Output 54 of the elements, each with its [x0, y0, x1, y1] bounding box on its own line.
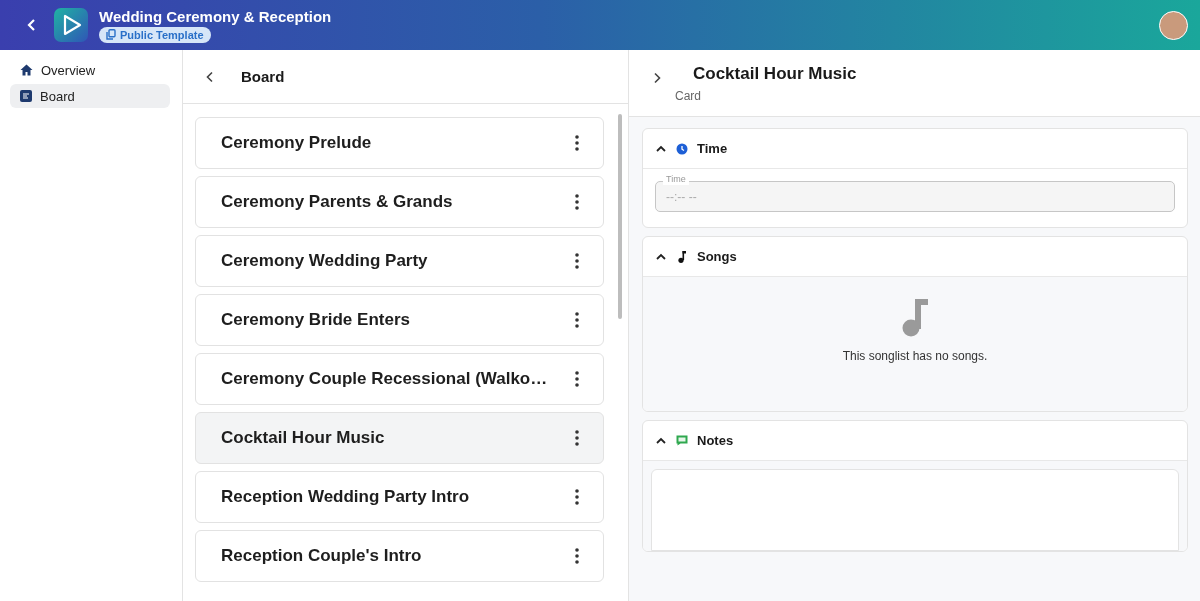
board-card[interactable]: Reception Couple's Intro: [195, 530, 604, 582]
music-note-icon: [902, 299, 928, 337]
section-title: Songs: [697, 249, 737, 264]
copy-icon: [106, 29, 116, 40]
card-title: Cocktail Hour Music: [693, 63, 857, 84]
card-title: Reception Wedding Party Intro: [221, 487, 471, 507]
home-icon: [20, 64, 33, 76]
back-icon: [26, 18, 38, 32]
board-card[interactable]: Ceremony Couple Recessional (Walko…: [195, 353, 604, 405]
card-title: Ceremony Couple Recessional (Walko…: [221, 369, 549, 389]
card-title: Ceremony Wedding Party: [221, 251, 429, 271]
time-field[interactable]: --:-- --: [655, 181, 1175, 212]
sidebar-item[interactable]: Overview: [10, 58, 170, 82]
caret-icon: [656, 145, 666, 152]
clock-icon: [676, 142, 688, 155]
board-card[interactable]: Ceremony Prelude: [195, 117, 604, 169]
card-title: Cocktail Hour Music: [221, 428, 386, 448]
card-title: Reception Couple's Intro: [221, 546, 423, 566]
section-title: Time: [697, 141, 728, 156]
comment-icon: [676, 435, 688, 446]
avatar[interactable]: [1159, 10, 1188, 40]
board-card[interactable]: Ceremony Bride Enters: [195, 294, 604, 346]
board-title: Board: [241, 68, 285, 85]
page-title: Wedding Ceremony & Reception: [99, 7, 333, 25]
card-title: Ceremony Bride Enters: [221, 310, 411, 330]
scrollbar-thumb[interactable]: [618, 114, 622, 319]
board-card[interactable]: Cocktail Hour Music: [195, 412, 604, 464]
music-note-icon: [678, 250, 686, 263]
card-type-label: Card: [675, 88, 702, 103]
caret-icon: [656, 437, 666, 444]
more-icon: [575, 135, 579, 151]
more-icon: [575, 489, 579, 505]
more-icon: [575, 312, 579, 328]
card-title: Ceremony Prelude: [221, 133, 373, 153]
sidebar-item[interactable]: Board: [10, 84, 170, 108]
field-label: Time: [663, 174, 689, 185]
card-title: Ceremony Parents & Grands: [221, 192, 454, 212]
badge-label: Public Template: [120, 28, 204, 41]
section-title: Notes: [697, 433, 734, 448]
board-card[interactable]: Reception Wedding Party Intro: [195, 471, 604, 523]
board-card[interactable]: Ceremony Wedding Party: [195, 235, 604, 287]
more-icon: [575, 430, 579, 446]
caret-icon: [656, 253, 666, 260]
empty-message: This songlist has no songs.: [842, 349, 988, 363]
notes-field[interactable]: [651, 469, 1179, 551]
more-icon: [575, 194, 579, 210]
chevron-right-icon: [652, 72, 662, 84]
more-icon: [575, 371, 579, 387]
more-icon: [575, 548, 579, 564]
more-icon: [575, 253, 579, 269]
board-card[interactable]: Ceremony Parents & Grands: [195, 176, 604, 228]
board-icon: [20, 90, 32, 102]
play-logo-icon: [54, 8, 88, 42]
back-icon: [205, 70, 215, 83]
